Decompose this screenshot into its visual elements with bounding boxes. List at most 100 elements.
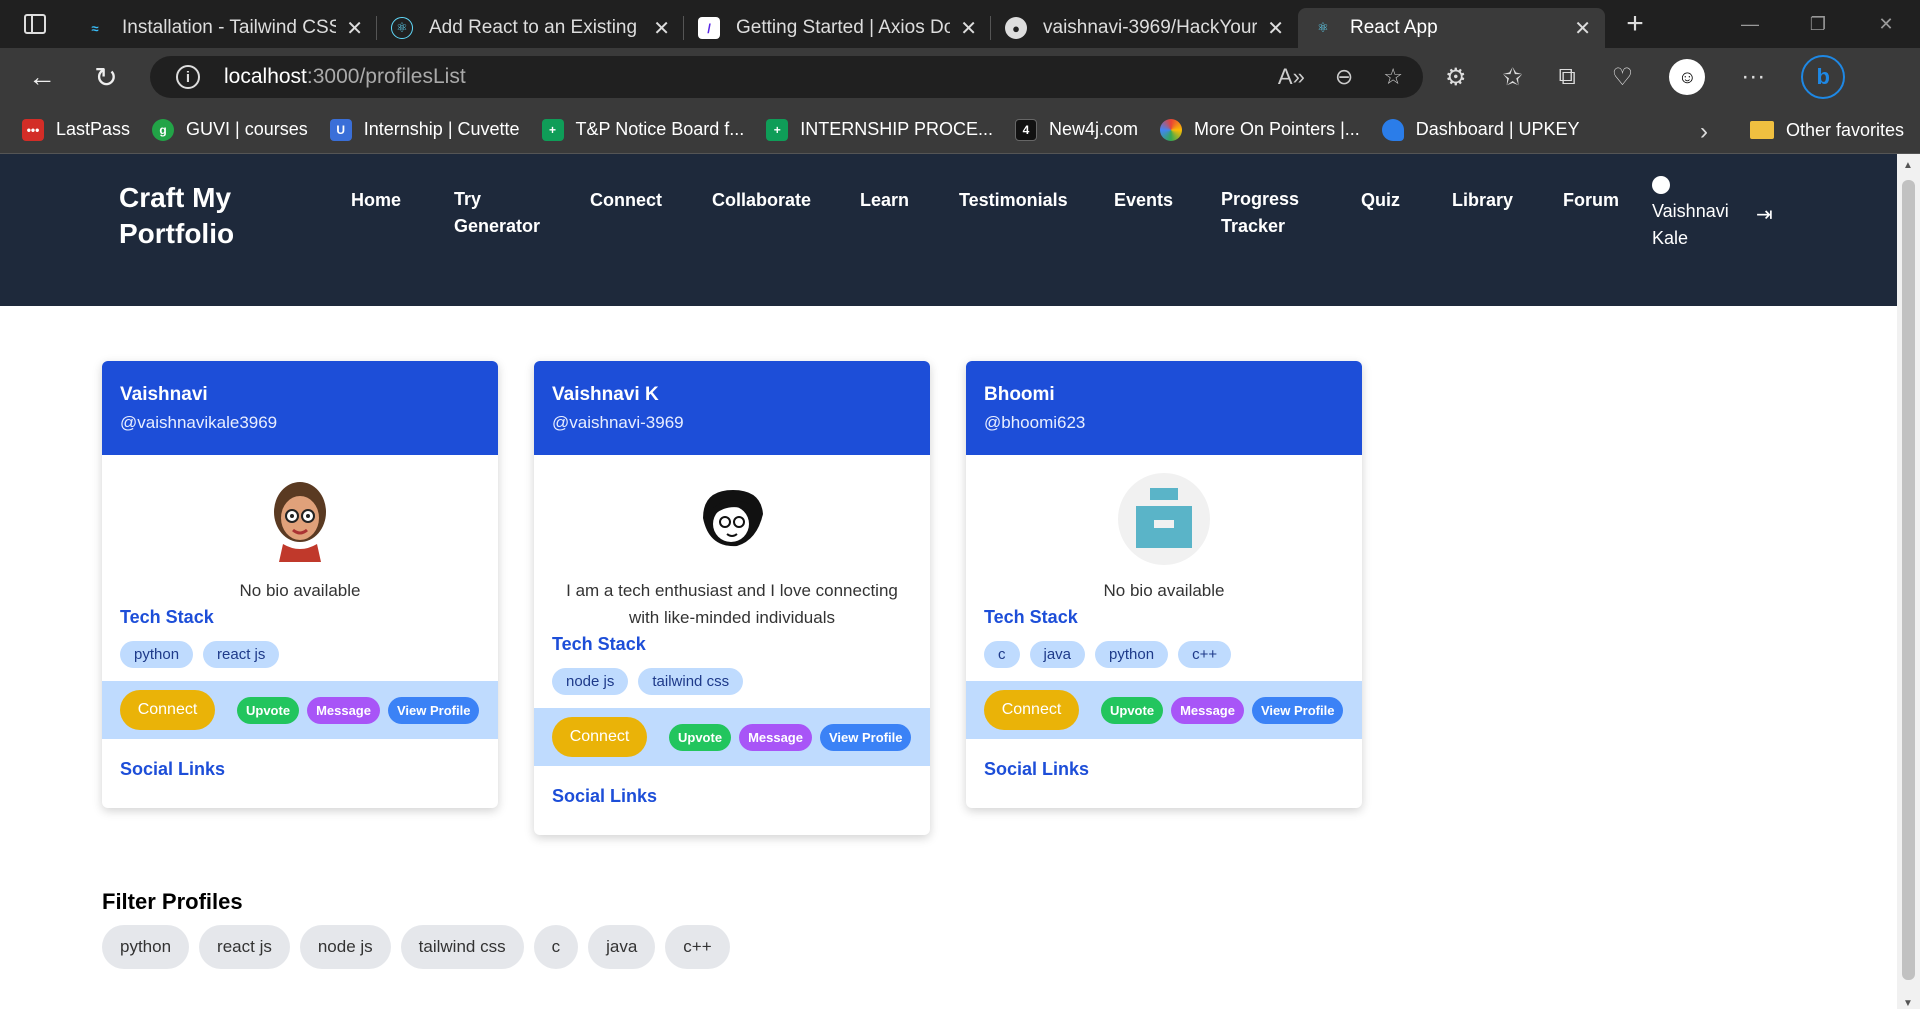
message-button[interactable]: Message xyxy=(307,696,380,724)
profile-handle: @vaishnavi-3969 xyxy=(552,413,684,432)
nav-testimonials[interactable]: Testimonials xyxy=(959,187,1068,214)
filter-tag[interactable]: react js xyxy=(199,925,290,969)
filter-tag[interactable]: c++ xyxy=(665,925,730,969)
react-icon: ⚛ xyxy=(391,17,413,39)
browser-tab-active[interactable]: ⚛ React App ✕ xyxy=(1298,8,1605,48)
profile-avatar xyxy=(1118,473,1210,565)
collections-icon[interactable]: ⧉ xyxy=(1559,63,1576,91)
health-icon[interactable]: ♡ xyxy=(1612,63,1634,92)
other-favorites[interactable]: Other favorites xyxy=(1749,106,1904,154)
nav-progress-tracker[interactable]: Progress Tracker xyxy=(1221,186,1301,240)
nav-quiz[interactable]: Quiz xyxy=(1361,187,1400,214)
bookmark-upkey[interactable]: Dashboard | UPKEY xyxy=(1381,118,1580,141)
tab-actions-icon[interactable] xyxy=(0,0,70,48)
favorites-icon[interactable]: ✩ xyxy=(1503,63,1523,92)
filter-tag[interactable]: python xyxy=(102,925,190,969)
connect-button[interactable]: Connect xyxy=(984,690,1079,730)
site-info-icon[interactable]: i xyxy=(176,65,200,89)
nav-home[interactable]: Home xyxy=(351,187,401,214)
tech-tag: python xyxy=(1095,641,1169,668)
browser-tab[interactable]: ≈ Installation - Tailwind CSS ✕ xyxy=(70,8,377,48)
close-tab-icon[interactable]: ✕ xyxy=(1574,16,1591,41)
add-favorite-icon[interactable]: ☆ xyxy=(1383,64,1403,90)
browser-tab[interactable]: ⚛ Add React to an Existing P ✕ xyxy=(377,8,684,48)
lastpass-icon: ••• xyxy=(22,118,44,141)
filter-tag[interactable]: tailwind css xyxy=(400,925,524,969)
bookmark-guvi[interactable]: g GUVI | courses xyxy=(152,118,308,141)
upvote-button[interactable]: Upvote xyxy=(237,696,300,724)
address-bar[interactable]: i localhost:3000/profilesList A» ⊖ ☆ xyxy=(150,56,1423,98)
nav-try-generator[interactable]: Try Generator xyxy=(454,186,544,240)
url-host: localhost xyxy=(224,65,307,88)
view-profile-button[interactable]: View Profile xyxy=(387,696,480,724)
message-button[interactable]: Message xyxy=(739,723,812,751)
close-window-icon[interactable]: ✕ xyxy=(1852,14,1920,35)
site-brand[interactable]: Craft My Portfolio xyxy=(119,180,279,252)
filter-tag[interactable]: node js xyxy=(299,925,391,969)
zoom-icon[interactable]: ⊖ xyxy=(1335,64,1353,90)
nav-collaborate[interactable]: Collaborate xyxy=(712,187,811,214)
logout-icon[interactable]: ⇥ xyxy=(1756,202,1773,227)
view-profile-button[interactable]: View Profile xyxy=(1251,696,1344,724)
bookmark-new4j[interactable]: 4 New4j.com xyxy=(1014,118,1138,141)
profile-avatar-icon[interactable]: ☺ xyxy=(1669,59,1706,95)
bookmark-label: Dashboard | UPKEY xyxy=(1415,119,1580,139)
message-button[interactable]: Message xyxy=(1171,696,1244,724)
filter-tag[interactable]: java xyxy=(588,925,656,969)
tech-tag: c++ xyxy=(1178,641,1232,668)
bookmark-label: More On Pointers |... xyxy=(1194,119,1360,139)
more-options-icon[interactable]: ··· xyxy=(1741,63,1765,91)
nav-library[interactable]: Library xyxy=(1452,187,1513,214)
profile-name: Vaishnavi xyxy=(120,384,208,405)
scrollbar[interactable]: ▲ ▼ xyxy=(1897,154,1920,1009)
close-tab-icon[interactable]: ✕ xyxy=(960,16,977,41)
social-links[interactable]: Social Links xyxy=(966,739,1362,808)
read-aloud-icon[interactable]: A» xyxy=(1278,64,1305,90)
bookmark-label: T&P Notice Board f... xyxy=(575,119,745,139)
connect-button[interactable]: Connect xyxy=(120,690,215,730)
close-tab-icon[interactable]: ✕ xyxy=(346,16,363,41)
browser-tab[interactable]: ● vaishnavi-3969/HackYourF ✕ xyxy=(991,8,1298,48)
upvote-button[interactable]: Upvote xyxy=(1101,696,1164,724)
tech-tag: python xyxy=(120,641,194,668)
scroll-down-icon[interactable]: ▼ xyxy=(1903,998,1913,1009)
nav-learn[interactable]: Learn xyxy=(860,187,909,214)
profile-name: Vaishnavi K xyxy=(552,384,659,405)
bookmark-tp-notice[interactable]: + T&P Notice Board f... xyxy=(541,118,745,141)
maximize-icon[interactable]: ❐ xyxy=(1784,14,1852,35)
bookmark-lastpass[interactable]: ••• LastPass xyxy=(22,118,130,141)
extensions-icon[interactable]: ⚙ xyxy=(1445,63,1467,92)
user-menu[interactable]: Vaishnavi Kale xyxy=(1652,176,1732,252)
tech-stack-label: Tech Stack xyxy=(120,607,214,627)
profile-handle: @bhoomi623 xyxy=(984,413,1086,432)
filter-tag[interactable]: c xyxy=(533,925,579,969)
browser-tab[interactable]: / Getting Started | Axios Do ✕ xyxy=(684,8,991,48)
minimize-icon[interactable]: — xyxy=(1716,14,1784,35)
new-tab-button[interactable]: + xyxy=(1605,7,1665,41)
social-links[interactable]: Social Links xyxy=(102,739,498,808)
profile-bio: I am a tech enthusiast and I love connec… xyxy=(566,581,898,627)
close-tab-icon[interactable]: ✕ xyxy=(1267,16,1284,41)
close-tab-icon[interactable]: ✕ xyxy=(653,16,670,41)
back-icon[interactable]: ← xyxy=(20,55,64,99)
folder-icon xyxy=(1749,121,1774,139)
bookmark-internship[interactable]: + INTERNSHIP PROCE... xyxy=(766,118,993,141)
upvote-button[interactable]: Upvote xyxy=(669,723,732,751)
nav-events[interactable]: Events xyxy=(1114,187,1173,214)
refresh-icon[interactable]: ↻ xyxy=(84,55,128,99)
nav-connect[interactable]: Connect xyxy=(590,187,662,214)
scrollbar-thumb[interactable] xyxy=(1902,180,1915,980)
view-profile-button[interactable]: View Profile xyxy=(819,723,912,751)
upkey-icon xyxy=(1381,118,1404,141)
bing-icon[interactable]: b xyxy=(1801,55,1846,99)
connect-button[interactable]: Connect xyxy=(552,717,647,757)
chevron-right-icon[interactable]: › xyxy=(1700,118,1708,146)
scroll-up-icon[interactable]: ▲ xyxy=(1903,160,1913,171)
bookmark-pointers[interactable]: More On Pointers |... xyxy=(1160,118,1360,141)
page-viewport: Craft My Portfolio Home Try Generator Co… xyxy=(0,154,1897,1009)
profile-card: Vaishnavi @vaishnavikale3969 No bio avai… xyxy=(102,361,498,808)
social-links[interactable]: Social Links xyxy=(534,766,930,835)
bookmark-cuvette[interactable]: U Internship | Cuvette xyxy=(329,118,520,141)
nav-forum[interactable]: Forum xyxy=(1563,187,1619,214)
url-text[interactable]: localhost:3000/profilesList xyxy=(224,65,466,89)
